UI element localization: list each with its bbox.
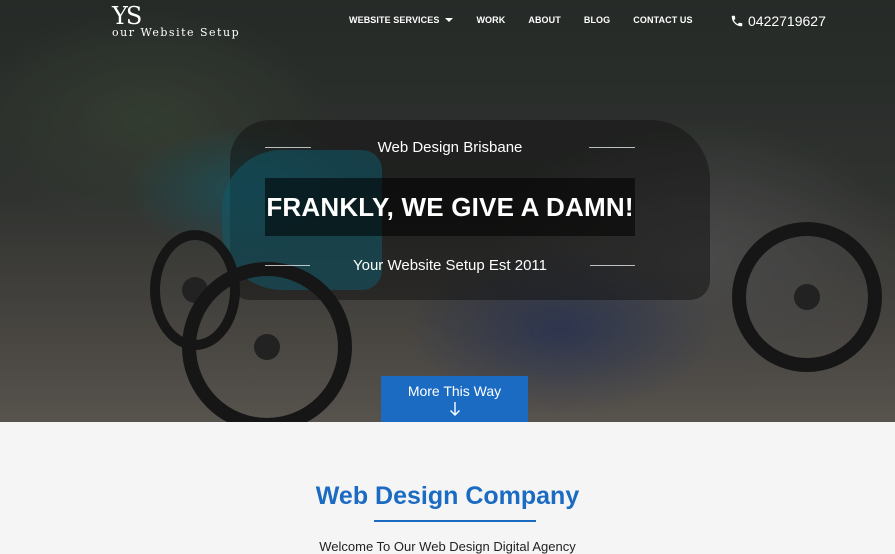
more-this-way-button[interactable]: More This Way — [381, 376, 528, 422]
nav-item-contact-us[interactable]: CONTACT US — [633, 15, 692, 25]
main-nav: WEBSITE SERVICES WORK ABOUT BLOG CONTACT… — [349, 15, 716, 25]
title-underline — [374, 520, 536, 522]
nav-item-work[interactable]: WORK — [476, 15, 505, 25]
hero-subtitle-bottom-text: Your Website Setup Est 2011 — [352, 257, 548, 274]
divider-line — [265, 265, 310, 266]
nav-item-blog[interactable]: BLOG — [584, 15, 610, 25]
hero-headline-box: FRANKLY, WE GIVE A DAMN! — [265, 178, 635, 236]
hero-banner: YS our Website Setup WEBSITE SERVICES WO… — [0, 0, 895, 422]
site-logo[interactable]: YS our Website Setup — [112, 4, 240, 39]
arrow-down-icon — [449, 402, 460, 416]
nav-item-label: BLOG — [583, 15, 611, 25]
nav-item-about[interactable]: ABOUT — [528, 15, 561, 25]
hero-subtitle-top: Web Design Brisbane — [265, 139, 635, 156]
logo-text: our Website Setup — [112, 26, 241, 39]
phone-link[interactable]: 0422719627 — [730, 13, 826, 29]
divider-line — [589, 147, 635, 148]
logo-mark: YS — [112, 2, 142, 30]
phone-number: 0422719627 — [748, 13, 826, 29]
hero-subtitle-bottom: Your Website Setup Est 2011 — [265, 257, 635, 274]
nav-item-label: CONTACT US — [633, 15, 693, 25]
nav-item-label: ABOUT — [528, 15, 561, 25]
nav-item-label: WEBSITE SERVICES — [349, 15, 440, 25]
hero-headline: FRANKLY, WE GIVE A DAMN! — [266, 191, 634, 222]
phone-icon — [731, 15, 743, 27]
hero-subtitle-top-text: Web Design Brisbane — [377, 139, 523, 156]
divider-line — [265, 147, 311, 148]
chevron-down-icon — [445, 18, 454, 22]
section-title: Web Design Company — [315, 482, 580, 510]
cta-label: More This Way — [407, 383, 502, 399]
nav-item-website-services[interactable]: WEBSITE SERVICES — [349, 15, 454, 25]
nav-item-label: WORK — [476, 15, 506, 25]
divider-line — [590, 265, 635, 266]
